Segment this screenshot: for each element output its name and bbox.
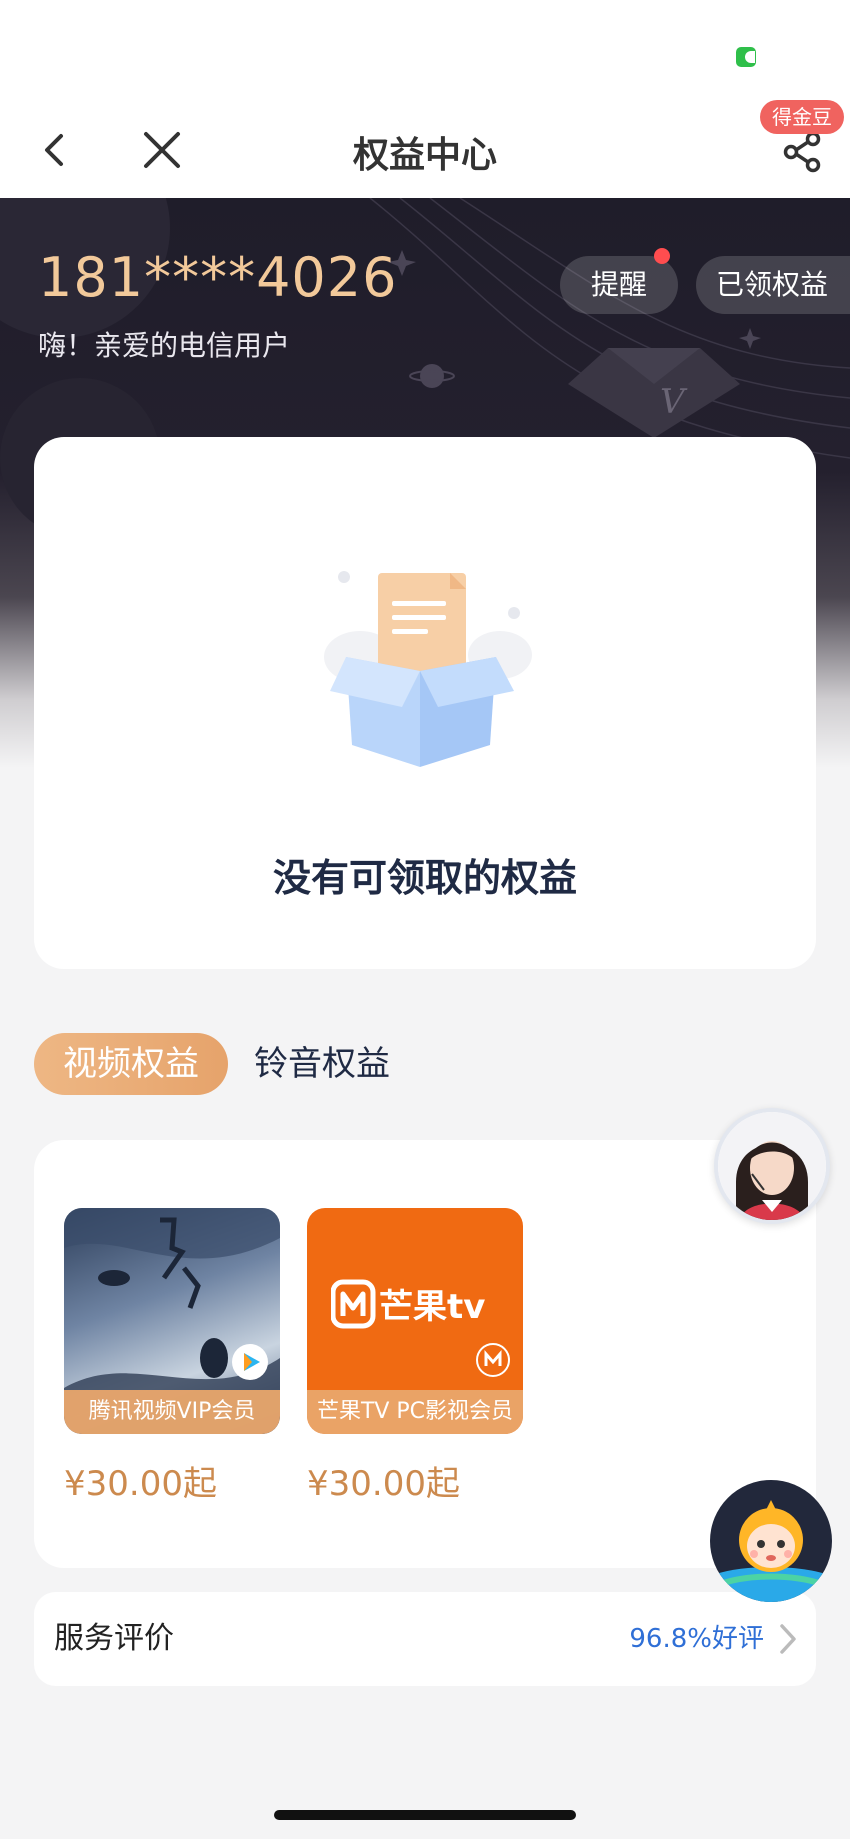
greeting-text: 嗨！亲爱的电信用户 — [38, 329, 291, 362]
product-name: 芒果TV PC影视会员 — [307, 1390, 523, 1434]
notification-dot — [654, 248, 670, 264]
rating-value: 96.8%好评 — [629, 1624, 764, 1654]
service-rating-row[interactable]: 服务评价 96.8%好评 — [34, 1592, 816, 1686]
claimed-benefits-button[interactable]: 已领权益 — [696, 256, 850, 314]
product-price: ¥30.00起 — [307, 1464, 460, 1504]
empty-state-card: 没有可领取的权益 — [34, 437, 816, 969]
svg-text:芒果tv: 芒果tv — [379, 1287, 485, 1327]
product-thumbnail: 腾讯视频VIP会员 — [64, 1208, 280, 1434]
product-price: ¥30.00起 — [64, 1464, 217, 1504]
product-item-mango-tv[interactable]: 芒果tv 芒果TV PC影视会员 ¥30.00起 — [307, 1208, 523, 1505]
agent-portrait — [718, 1112, 826, 1220]
product-thumbnail: 芒果tv 芒果TV PC影视会员 — [307, 1208, 523, 1434]
rating-label: 服务评价 — [54, 1621, 174, 1656]
tencent-video-logo-icon — [232, 1344, 268, 1380]
camera-in-use-icon — [736, 47, 756, 67]
remind-button[interactable]: 提醒 — [560, 256, 678, 314]
customer-service-avatar[interactable] — [714, 1108, 830, 1224]
status-bar — [0, 0, 850, 100]
chevron-right-icon — [780, 1624, 796, 1654]
empty-box-illustration — [324, 571, 532, 767]
phone-number: 181****4026 — [38, 246, 398, 309]
tab-ringtone-benefits[interactable]: 铃音权益 — [254, 1033, 390, 1095]
home-indicator[interactable] — [274, 1810, 576, 1820]
nav-bar: 权益中心 — [0, 100, 850, 198]
mango-tv-mark-icon — [476, 1343, 510, 1377]
coin-reward-badge[interactable]: 得金豆 — [760, 100, 844, 134]
empty-state-message: 没有可领取的权益 — [272, 856, 577, 900]
product-name: 腾讯视频VIP会员 — [64, 1390, 280, 1434]
product-list-card: 腾讯视频VIP会员 ¥30.00起 芒果tv 芒果TV PC影视会员 ¥30.0… — [34, 1140, 816, 1568]
mango-tv-logo: 芒果tv — [331, 1279, 485, 1329]
mascot-icon — [710, 1500, 832, 1602]
page-title: 权益中心 — [352, 135, 497, 176]
svg-text:V: V — [660, 382, 688, 422]
product-item-tencent-vip[interactable]: 腾讯视频VIP会员 ¥30.00起 — [64, 1208, 280, 1505]
tab-video-benefits[interactable]: 视频权益 — [34, 1033, 228, 1095]
assistant-mascot-button[interactable] — [710, 1480, 832, 1602]
